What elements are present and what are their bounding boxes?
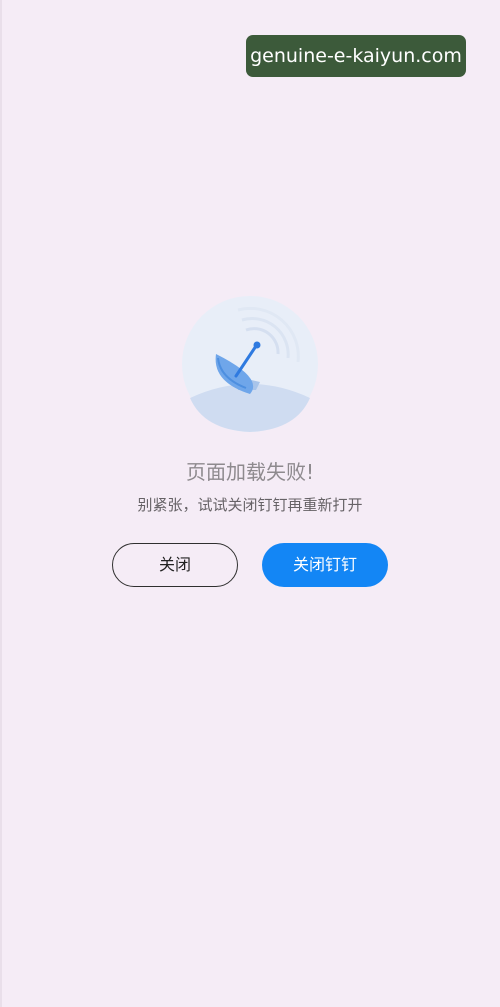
close-dingtalk-button[interactable]: 关闭钉钉 — [262, 543, 388, 587]
close-button[interactable]: 关闭 — [112, 543, 238, 587]
watermark-badge: genuine-e-kaiyun.com — [246, 35, 466, 77]
page-load-error-subtitle: 别紧张，试试关闭钉钉再重新打开 — [137, 496, 363, 514]
page-load-error-title: 页面加载失败! — [185, 460, 315, 484]
satellite-dish-icon — [176, 290, 324, 438]
